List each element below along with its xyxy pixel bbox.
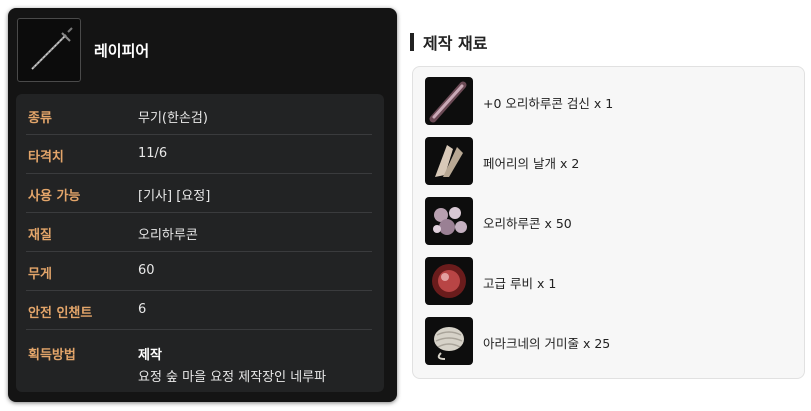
material-label: 페어리의 날개 x 2 (483, 156, 580, 171)
damage-value: 11/6 (138, 146, 168, 161)
material-item: 고급 루비 x 1 (425, 257, 785, 307)
materials-title-text: 제작 재료 (423, 34, 488, 53)
material-item: +0 오리하루콘 검신 x 1 (425, 77, 785, 127)
type-label: 종류 (28, 111, 52, 126)
material-label: 재질 (28, 228, 52, 243)
type-value: 무기(한손검) (138, 111, 208, 126)
row-type: 종류 무기(한손검) (26, 94, 372, 135)
spider-silk-icon (425, 317, 473, 365)
fairy-wing-icon (425, 137, 473, 185)
row-material: 재질 오리하루콘 (26, 212, 372, 252)
ruby-icon (425, 257, 473, 305)
material-label: 오리하루콘 x 50 (483, 216, 572, 231)
item-name: 레이피어 (94, 42, 150, 60)
acquisition-value: 제작 요정 숲 마을 요정 제작장인 네루파 (138, 344, 326, 385)
safe-enchant-value: 6 (138, 302, 147, 317)
weight-value: 60 (138, 263, 155, 278)
usable-label: 사용 가능 (28, 189, 81, 204)
row-acquisition: 획득방법 제작 요정 숲 마을 요정 제작장인 네루파 (26, 329, 372, 389)
acquisition-method: 제작 (138, 348, 162, 363)
material-item: 아라크네의 거미줄 x 25 (425, 317, 785, 367)
acquisition-label: 획득방법 (28, 348, 76, 363)
materials-panel: +0 오리하루콘 검신 x 1 페어리의 날개 x 2 오리하루콘 x 50 고… (412, 66, 805, 379)
title-bar (410, 33, 414, 51)
acquisition-detail: 요정 숲 마을 요정 제작장인 네루파 (138, 370, 327, 385)
material-label: 아라크네의 거미줄 x 25 (483, 336, 611, 351)
rapier-icon (17, 18, 81, 82)
usable-value: [기사] [요정] (138, 189, 211, 204)
material-label: 고급 루비 x 1 (483, 276, 557, 291)
item-card: 레이피어 종류 무기(한손검) 타격치 11/6 사용 가능 [기사] [요정]… (8, 8, 397, 402)
row-usable: 사용 가능 [기사] [요정] (26, 173, 372, 213)
item-info-table: 종류 무기(한손검) 타격치 11/6 사용 가능 [기사] [요정] 재질 오… (16, 94, 384, 392)
sword-blade-icon (425, 77, 473, 125)
materials-title: 제작 재료 (410, 30, 487, 54)
safe-enchant-label: 안전 인챈트 (28, 306, 93, 321)
material-label: +0 오리하루콘 검신 x 1 (483, 96, 614, 111)
orichalcum-ore-icon (425, 197, 473, 245)
row-damage: 타격치 11/6 (26, 134, 372, 174)
material-item: 페어리의 날개 x 2 (425, 137, 785, 187)
row-safe-enchant: 안전 인챈트 6 (26, 290, 372, 330)
damage-label: 타격치 (28, 150, 64, 165)
weight-label: 무게 (28, 267, 52, 282)
material-item: 오리하루콘 x 50 (425, 197, 785, 247)
row-weight: 무게 60 (26, 251, 372, 291)
material-value: 오리하루콘 (138, 228, 198, 243)
